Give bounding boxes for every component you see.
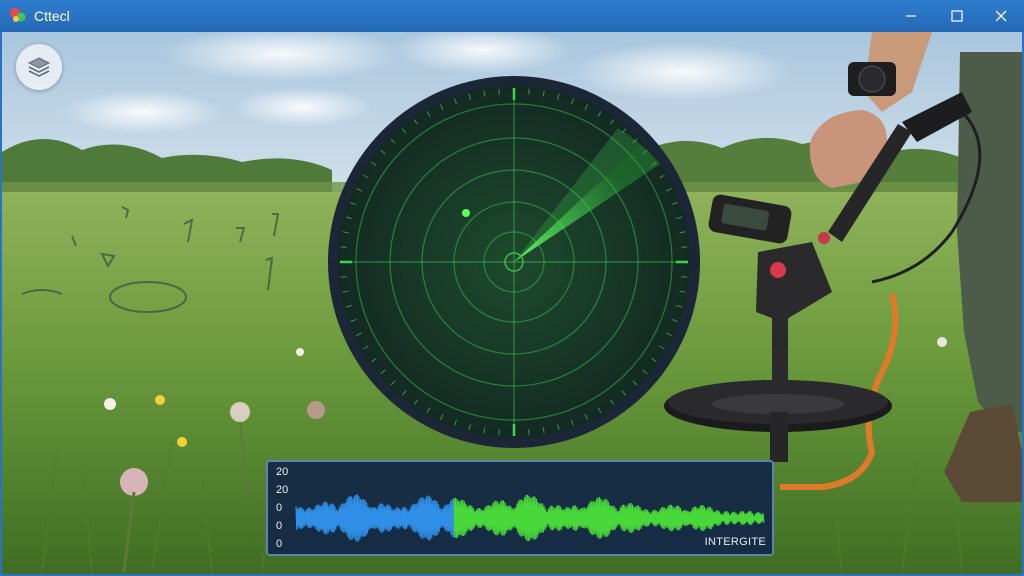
close-button[interactable] (978, 0, 1024, 32)
radar-display (328, 76, 700, 448)
radar-tick (528, 88, 530, 95)
radar-tick (498, 429, 500, 436)
maximize-button[interactable] (934, 0, 980, 32)
waveform-panel: 20 20 0 0 0 INTERGITE (266, 460, 774, 556)
title-bar[interactable]: Cttecl (0, 0, 1024, 32)
scene-viewport[interactable]: 20 20 0 0 0 INTERGITE (2, 32, 1022, 574)
y-tick-label: 0 (276, 520, 283, 532)
radar-blip (462, 209, 470, 217)
y-tick-label: 20 (276, 466, 289, 478)
layers-icon (27, 57, 51, 77)
y-tick-label: 0 (276, 538, 283, 550)
minimize-button[interactable] (888, 0, 934, 32)
waveform-series-left (295, 494, 455, 542)
radar-tick (681, 246, 688, 248)
app-logo-icon (10, 8, 26, 22)
window-title: Cttecl (34, 8, 70, 24)
layers-button[interactable] (16, 44, 62, 90)
maximize-icon (951, 10, 963, 22)
radar-tick (340, 276, 347, 278)
minimize-icon (906, 15, 916, 17)
radar-tick (528, 429, 530, 436)
y-tick-label: 20 (276, 484, 289, 496)
waveform-caption: INTERGITE (704, 536, 766, 548)
close-icon (995, 10, 1007, 22)
y-tick-label: 0 (276, 502, 283, 514)
app-window: Cttecl 20 20 0 0 0 INTERGITE (0, 0, 1024, 576)
waveform-series-right (453, 494, 765, 542)
radar-tick (340, 246, 347, 248)
radar-tick (498, 88, 500, 95)
waveform-graph (295, 494, 765, 542)
radar-tick (681, 276, 688, 278)
